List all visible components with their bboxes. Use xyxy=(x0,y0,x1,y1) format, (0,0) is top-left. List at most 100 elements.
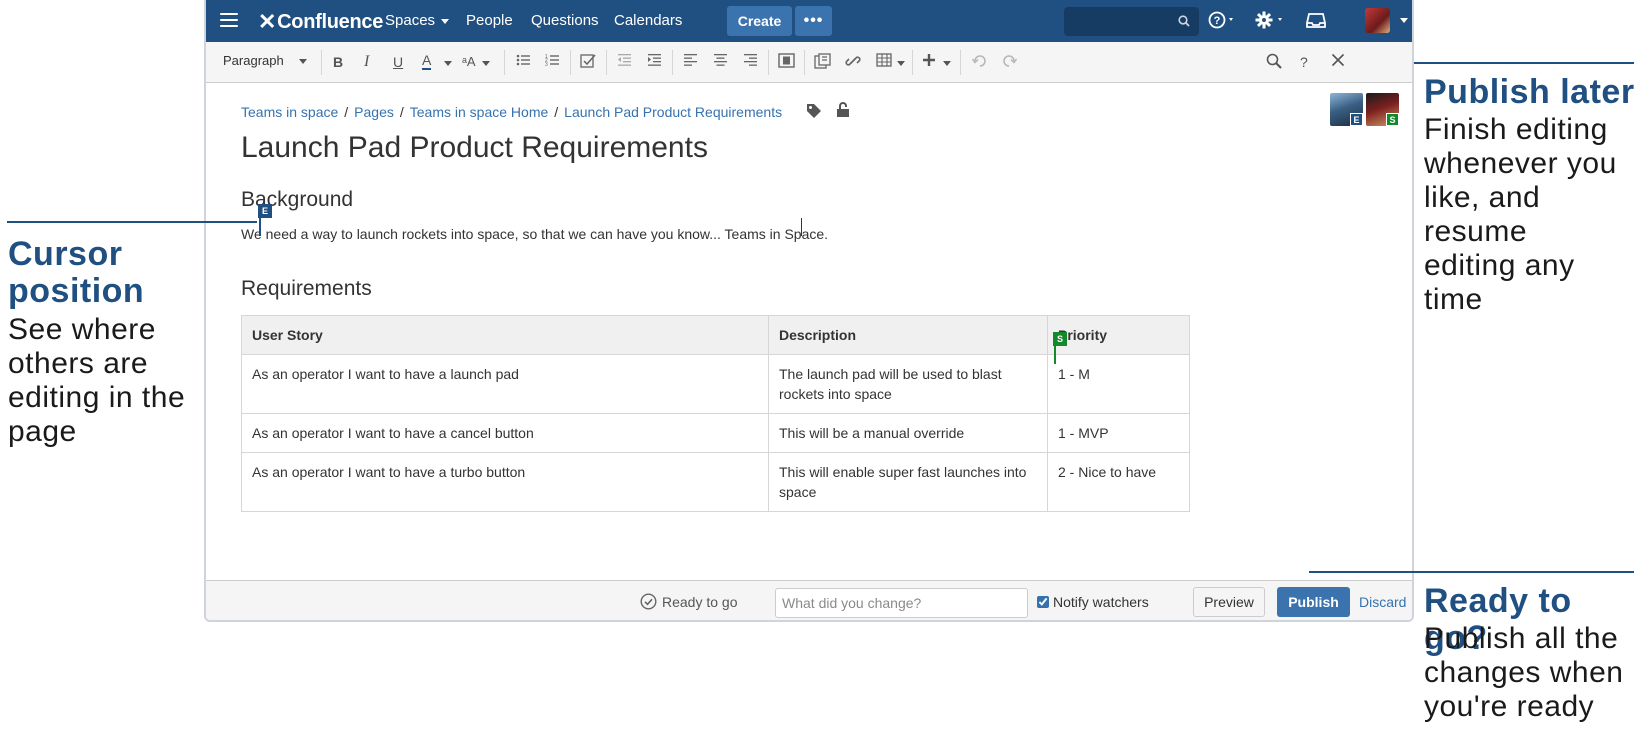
page-layout-icon[interactable] xyxy=(778,53,795,73)
nav-people[interactable]: People xyxy=(466,12,513,29)
help-menu-icon[interactable]: ? xyxy=(1208,10,1238,35)
insert-macro-icon[interactable] xyxy=(814,53,832,74)
toolbar-divider xyxy=(804,50,805,75)
task-list-icon[interactable] xyxy=(580,53,596,73)
user-menu-chevron-icon[interactable] xyxy=(1400,18,1408,23)
notify-watchers-toggle[interactable]: Notify watchers xyxy=(1037,594,1149,610)
table-row: As an operator I want to have a turbo bu… xyxy=(241,452,1190,512)
unlock-icon[interactable] xyxy=(836,101,850,118)
outdent-icon[interactable] xyxy=(617,53,632,72)
column-header-user-story[interactable]: User Story xyxy=(241,315,769,355)
nav-spaces-label: Spaces xyxy=(385,12,436,29)
underline-button[interactable]: U xyxy=(393,53,403,71)
nav-calendars[interactable]: Calendars xyxy=(614,12,682,29)
preview-button[interactable]: Preview xyxy=(1193,587,1265,617)
text-color-button[interactable]: A xyxy=(422,53,432,70)
breadcrumb-item-teams-in-space[interactable]: Teams in space xyxy=(241,104,338,120)
undo-icon[interactable] xyxy=(971,53,988,72)
bold-button[interactable]: B xyxy=(333,53,343,71)
breadcrumb-item-pages[interactable]: Pages xyxy=(354,104,394,120)
gear-icon[interactable] xyxy=(1255,10,1287,35)
insert-table-icon[interactable] xyxy=(876,53,892,72)
column-header-priority[interactable]: Priority xyxy=(1047,315,1190,355)
close-editor-icon[interactable] xyxy=(1331,53,1345,72)
table-cell[interactable]: As an operator I want to have a cancel b… xyxy=(241,413,769,453)
cursor-flag-s: S xyxy=(1053,332,1067,346)
align-center-icon[interactable] xyxy=(713,53,728,72)
callout-body-line: changes when xyxy=(1424,656,1624,689)
text-color-chevron-icon[interactable] xyxy=(444,61,452,66)
align-left-icon[interactable] xyxy=(683,53,698,72)
column-header-description[interactable]: Description xyxy=(768,315,1048,355)
page-title[interactable]: Launch Pad Product Requirements xyxy=(241,131,708,165)
create-button[interactable]: Create xyxy=(727,6,792,36)
toolbar-divider xyxy=(321,50,322,75)
toolbar-divider xyxy=(570,50,571,75)
table-cell[interactable]: As an operator I want to have a launch p… xyxy=(241,354,769,414)
insert-more-chevron-icon[interactable] xyxy=(943,61,951,66)
editor-footer: Ready to go Notify watchers Preview Publ… xyxy=(206,580,1412,620)
table-cell[interactable]: This will be a manual override xyxy=(768,413,1048,453)
label-tag-icon[interactable] xyxy=(806,103,822,119)
ready-status: Ready to go xyxy=(640,593,738,610)
paragraph-format-select[interactable]: Paragraph xyxy=(223,53,315,68)
nav-questions[interactable]: Questions xyxy=(531,12,599,29)
breadcrumb-separator: / xyxy=(344,104,349,120)
notify-watchers-checkbox[interactable] xyxy=(1037,596,1049,608)
callout-line-cursor xyxy=(7,221,257,223)
callout-body-line: See where xyxy=(8,313,156,346)
formatting-chevron-icon[interactable] xyxy=(482,61,490,66)
callout-title-line: position xyxy=(8,272,145,310)
breadcrumb-item-space-home[interactable]: Teams in space Home xyxy=(410,104,549,120)
callout-line-ready xyxy=(1309,571,1634,573)
table-cell[interactable]: The launch pad will be used to blast roc… xyxy=(768,354,1048,414)
more-create-options-button[interactable]: ••• xyxy=(795,6,832,36)
callout-body-line: Finish editing xyxy=(1424,113,1608,146)
table-chevron-icon[interactable] xyxy=(897,61,905,66)
italic-button[interactable]: I xyxy=(364,53,369,71)
callout-body-line: others are xyxy=(8,347,149,380)
table-cell[interactable]: 1 - M xyxy=(1047,354,1190,414)
callout-body-line: whenever you xyxy=(1424,147,1617,180)
requirements-table[interactable]: User Story Description Priority As an op… xyxy=(241,315,1190,512)
confluence-logo[interactable]: ✕ Confluence xyxy=(258,9,383,35)
change-comment-input[interactable] xyxy=(775,588,1028,618)
search-input[interactable] xyxy=(1064,7,1199,36)
callout-body-ready: Publish all the changes when you're read… xyxy=(1424,622,1623,724)
table-row: As an operator I want to have a cancel b… xyxy=(241,413,1190,453)
nav-spaces[interactable]: Spaces xyxy=(385,12,450,29)
find-replace-icon[interactable] xyxy=(1266,53,1282,74)
insert-more-icon[interactable] xyxy=(922,53,936,72)
svg-text:3: 3 xyxy=(545,62,548,67)
notify-watchers-label: Notify watchers xyxy=(1053,594,1149,610)
align-right-icon[interactable] xyxy=(743,53,758,72)
publish-button[interactable]: Publish xyxy=(1277,587,1350,617)
redo-icon[interactable] xyxy=(1001,53,1018,72)
indent-icon[interactable] xyxy=(647,53,662,72)
menu-icon[interactable] xyxy=(220,13,238,27)
collaborator-cursor-s xyxy=(1054,346,1056,364)
requirements-heading[interactable]: Requirements xyxy=(241,277,372,301)
cursor-flag-e: E xyxy=(258,204,272,218)
background-paragraph[interactable]: We need a way to launch rockets into spa… xyxy=(241,226,828,242)
toolbar-divider xyxy=(960,50,961,75)
help-button[interactable]: ? xyxy=(1300,53,1308,71)
callout-title-cursor: Cursor position xyxy=(8,236,144,310)
callout-body-publish-later: Finish editing whenever you like, and re… xyxy=(1424,113,1637,317)
formatting-button[interactable]: ᵃA xyxy=(462,53,476,71)
table-cell[interactable]: This will enable super fast launches int… xyxy=(768,452,1048,512)
insert-link-icon[interactable] xyxy=(845,53,861,74)
chevron-down-icon xyxy=(441,18,450,24)
bullet-list-icon[interactable] xyxy=(516,53,531,72)
numbered-list-icon[interactable]: 123 xyxy=(545,53,560,72)
table-cell[interactable]: As an operator I want to have a turbo bu… xyxy=(241,452,769,512)
callout-body-line: Publish all the xyxy=(1424,622,1619,655)
user-avatar[interactable] xyxy=(1365,8,1390,33)
table-cell[interactable]: 1 - MVP xyxy=(1047,413,1190,453)
toolbar-divider xyxy=(504,50,505,75)
table-cell[interactable]: 2 - Nice to have xyxy=(1047,452,1190,512)
discard-button[interactable]: Discard xyxy=(1359,594,1406,610)
breadcrumb-item-current-page[interactable]: Launch Pad Product Requirements xyxy=(564,104,782,120)
callout-body-line: page xyxy=(8,415,77,448)
notifications-tray-icon[interactable] xyxy=(1306,10,1326,35)
